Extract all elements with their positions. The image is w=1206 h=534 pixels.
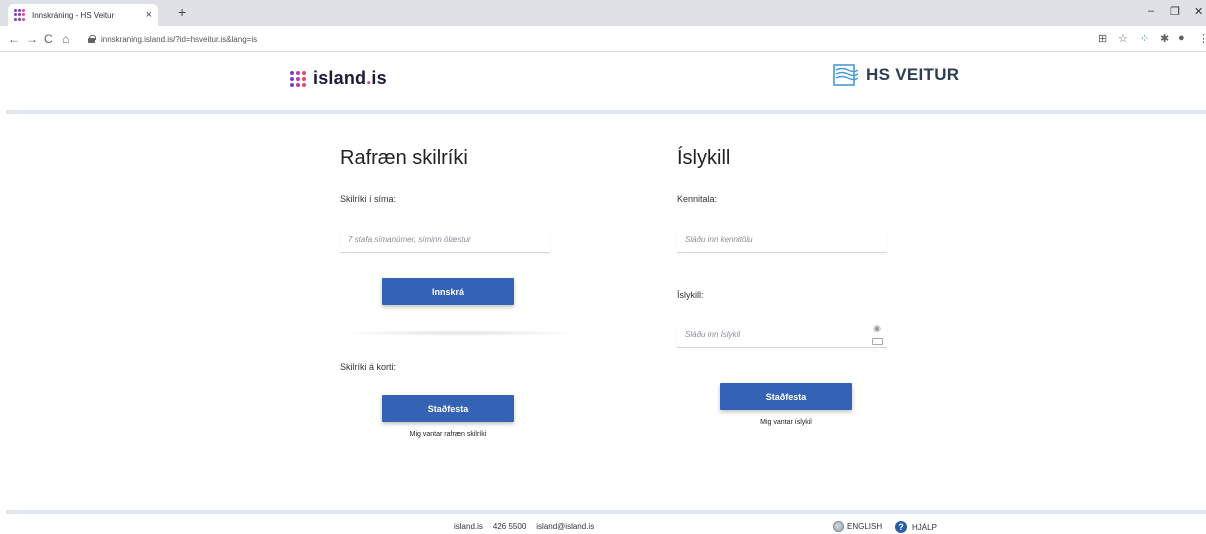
translate-icon[interactable]: ⊞	[1098, 32, 1107, 45]
island-dots-icon	[290, 70, 306, 87]
browser-address-bar: ← → C ⌂ innskraning.island.is/?id=hsveit…	[0, 26, 1206, 52]
need-icekey-link[interactable]: Mig vantar íslykil	[720, 419, 852, 426]
lock-icon	[88, 35, 96, 43]
english-label: ENGLISH	[847, 522, 883, 531]
tab-title: Innskráning - HS Veitur	[32, 10, 115, 20]
reload-icon[interactable]: C	[44, 32, 53, 46]
browser-tab-bar: Innskráning - HS Veitur × + – ❐ ✕	[0, 0, 1206, 26]
new-tab-button[interactable]: +	[178, 4, 186, 20]
card-id-label: Skilríki á korti:	[340, 362, 397, 372]
help-link[interactable]: ? HJÁLP	[895, 521, 937, 533]
extensions-puzzle-icon[interactable]: ✱	[1160, 32, 1169, 45]
url-field[interactable]: innskraning.island.is/?id=hsveitur.is&la…	[88, 30, 1078, 48]
password-tools: ◉	[870, 323, 884, 345]
island-wordmark: island.is	[313, 68, 387, 88]
hs-veitur-logo[interactable]: HS VEITUR	[832, 62, 959, 88]
electronic-id-panel: Rafræn skilríki	[340, 140, 580, 170]
icekey-label: Íslykill:	[677, 290, 704, 300]
browser-tab[interactable]: Innskráning - HS Veitur ×	[8, 4, 158, 26]
icekey-panel: Íslykill	[677, 140, 892, 170]
help-icon: ?	[895, 521, 907, 533]
url-text: innskraning.island.is/?id=hsveitur.is&la…	[101, 34, 258, 44]
hs-veitur-emblem-icon	[833, 64, 858, 86]
profile-icon[interactable]: ●	[1178, 32, 1185, 44]
restore-button[interactable]: ❐	[1170, 5, 1180, 18]
header-divider	[6, 110, 1206, 114]
back-icon[interactable]: ←	[8, 32, 20, 46]
minimize-button[interactable]: –	[1148, 5, 1154, 17]
login-button[interactable]: Innskrá	[382, 278, 514, 305]
footer-contact: island.is 426 5500 island@island.is	[454, 522, 594, 531]
need-electronic-id-link[interactable]: Mig vantar rafræn skilríki	[382, 431, 514, 438]
hs-veitur-wordmark: HS VEITUR	[866, 65, 960, 84]
home-icon[interactable]: ⌂	[62, 32, 69, 46]
show-password-eye-icon[interactable]: ◉	[870, 323, 884, 334]
keyboard-icon[interactable]	[871, 338, 883, 345]
footer-phone[interactable]: 426 5500	[493, 522, 526, 531]
tab-close-icon[interactable]: ×	[146, 9, 152, 21]
footer-email-link[interactable]: island@island.is	[536, 522, 594, 531]
bookmark-star-icon[interactable]: ☆	[1118, 32, 1128, 45]
extension-icon[interactable]: ⁘	[1140, 32, 1149, 45]
help-label: HJÁLP	[912, 522, 937, 532]
section-divider	[340, 330, 580, 336]
phone-id-label: Skilríki í síma:	[340, 194, 397, 204]
phone-number-input[interactable]: 7 stafa símanúmer, síminn ólæstur	[340, 227, 550, 253]
icekey-title: Íslykill	[677, 147, 731, 169]
forward-icon[interactable]: →	[26, 32, 38, 46]
kennitala-label: Kennitala:	[677, 194, 718, 204]
footer-site-link[interactable]: island.is	[454, 522, 483, 531]
island-logo[interactable]: island.is	[290, 68, 387, 89]
icekey-confirm-button[interactable]: Staðfesta	[720, 383, 852, 410]
electronic-id-title: Rafræn skilríki	[340, 147, 468, 169]
close-window-button[interactable]: ✕	[1194, 5, 1203, 18]
card-confirm-button[interactable]: Staðfesta	[382, 395, 514, 422]
island-favicon-icon	[14, 9, 26, 21]
english-language-link[interactable]: ENGLISH	[833, 521, 882, 532]
globe-icon	[833, 521, 844, 532]
icekey-input[interactable]: Sláðu inn Íslykil	[677, 322, 887, 348]
kennitala-input[interactable]: Sláðu inn kennitölu	[677, 227, 887, 253]
menu-kebab-icon[interactable]: ⋮	[1198, 32, 1206, 45]
footer-divider	[6, 510, 1206, 514]
